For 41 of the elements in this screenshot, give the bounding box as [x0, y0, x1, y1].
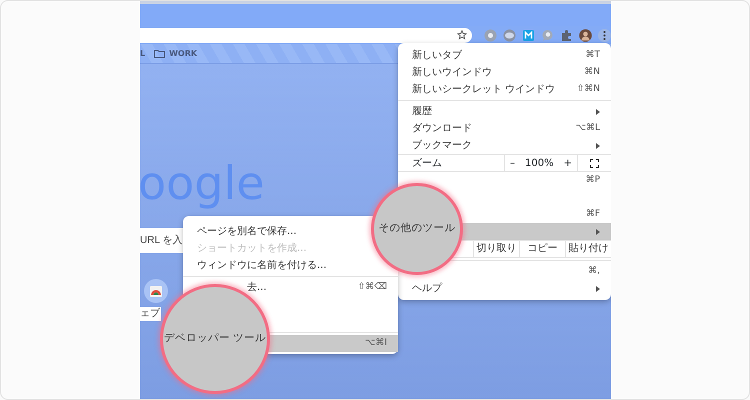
- submenu-arrow-icon: [596, 142, 600, 148]
- menu-item[interactable]: ヘルプ: [398, 280, 611, 297]
- zoom-in-button[interactable]: +: [564, 156, 572, 170]
- magnified-text: その他のツール: [378, 221, 456, 236]
- edit-button[interactable]: 貼り付け: [565, 241, 611, 257]
- star-icon[interactable]: [457, 30, 467, 40]
- menu-item[interactable]: 新しいウインドウ ⌘N: [398, 64, 611, 81]
- shortcut-label[interactable]: ェブ: [140, 307, 161, 321]
- shortcut-text: ⌘,: [588, 264, 600, 278]
- menu-item[interactable]: ⌘P: [398, 172, 611, 189]
- submenu-arrow-icon: [596, 286, 600, 292]
- submenu-arrow-icon: [596, 108, 600, 114]
- submenu-arrow-icon: [596, 228, 600, 234]
- fullscreen-icon[interactable]: [590, 158, 599, 168]
- shortcut-text: ⌘N: [584, 66, 600, 79]
- shortcut-text: ⌘P: [586, 174, 600, 187]
- menu-item[interactable]: 新しいタブ ⌘T: [398, 47, 611, 64]
- store-icon[interactable]: [144, 279, 168, 303]
- menu-item[interactable]: ダウンロード ⌥⌘L: [398, 120, 611, 137]
- shortcut-text: ⌥⌘I: [364, 336, 387, 350]
- menu-icon[interactable]: [598, 28, 611, 42]
- shortcut-text: ⌘T: [586, 48, 600, 62]
- app-icon[interactable]: [522, 28, 535, 42]
- folder-icon: [154, 49, 166, 58]
- avatar-icon[interactable]: [579, 28, 592, 42]
- shortcut-text: ⌥⌘L: [576, 122, 600, 135]
- zoom-out-button[interactable]: –: [510, 156, 515, 170]
- menu-item[interactable]: 履歴: [398, 103, 611, 120]
- globe-icon[interactable]: [503, 28, 516, 42]
- zoom-level: 100%: [525, 156, 554, 170]
- search-field[interactable]: URL を入: [140, 228, 184, 253]
- puzzle-icon[interactable]: [560, 28, 573, 42]
- shortcut-text: ⇧⌘N: [576, 82, 600, 96]
- shortcut-text: ⇧⌘⌫: [358, 280, 387, 294]
- shortcut-text: ⌘F: [586, 208, 600, 221]
- address-field[interactable]: [140, 28, 472, 42]
- camera-icon[interactable]: [484, 28, 497, 42]
- menu-item[interactable]: ブックマーク: [398, 137, 611, 154]
- menu-item[interactable]: 新しいシークレット ウインドウ ⇧⌘N: [398, 81, 611, 98]
- chat-icon[interactable]: [541, 28, 554, 42]
- zoom-label: ズーム: [411, 157, 443, 171]
